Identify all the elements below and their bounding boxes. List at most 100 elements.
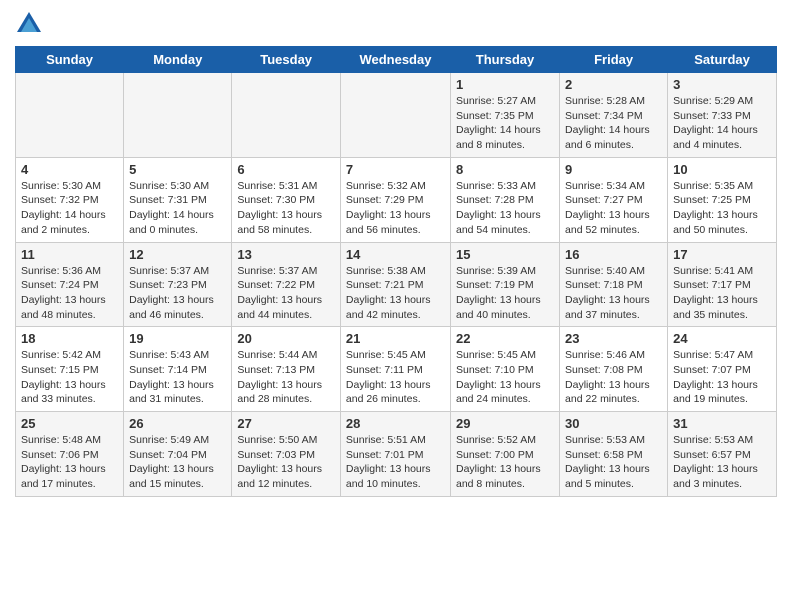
day-number: 19 <box>129 331 226 346</box>
day-number: 22 <box>456 331 554 346</box>
calendar-cell <box>340 73 450 158</box>
day-info: Sunrise: 5:39 AM Sunset: 7:19 PM Dayligh… <box>456 264 554 323</box>
day-number: 8 <box>456 162 554 177</box>
logo <box>15 10 47 38</box>
calendar-cell: 27 Sunrise: 5:50 AM Sunset: 7:03 PM Dayli… <box>232 412 341 497</box>
day-number: 15 <box>456 247 554 262</box>
calendar-cell <box>124 73 232 158</box>
day-info: Sunrise: 5:44 AM Sunset: 7:13 PM Dayligh… <box>237 348 335 407</box>
day-number: 6 <box>237 162 335 177</box>
weekday-header: Saturday <box>668 47 777 73</box>
day-number: 5 <box>129 162 226 177</box>
calendar-cell: 16 Sunrise: 5:40 AM Sunset: 7:18 PM Dayli… <box>560 242 668 327</box>
day-info: Sunrise: 5:53 AM Sunset: 6:58 PM Dayligh… <box>565 433 662 492</box>
day-info: Sunrise: 5:53 AM Sunset: 6:57 PM Dayligh… <box>673 433 771 492</box>
calendar-cell: 21 Sunrise: 5:45 AM Sunset: 7:11 PM Dayli… <box>340 327 450 412</box>
calendar-cell: 19 Sunrise: 5:43 AM Sunset: 7:14 PM Dayli… <box>124 327 232 412</box>
calendar-week: 4 Sunrise: 5:30 AM Sunset: 7:32 PM Daylig… <box>16 157 777 242</box>
day-info: Sunrise: 5:40 AM Sunset: 7:18 PM Dayligh… <box>565 264 662 323</box>
weekday-header: Thursday <box>451 47 560 73</box>
weekday-header: Sunday <box>16 47 124 73</box>
calendar-cell: 28Sunrise: 5:51 AM Sunset: 7:01 PM Dayli… <box>340 412 450 497</box>
calendar-cell: 23 Sunrise: 5:46 AM Sunset: 7:08 PM Dayli… <box>560 327 668 412</box>
day-info: Sunrise: 5:51 AM Sunset: 7:01 PM Dayligh… <box>346 433 445 492</box>
day-info: Sunrise: 5:46 AM Sunset: 7:08 PM Dayligh… <box>565 348 662 407</box>
day-number: 27 <box>237 416 335 431</box>
calendar-cell: 7 Sunrise: 5:32 AM Sunset: 7:29 PM Daylig… <box>340 157 450 242</box>
day-number: 25 <box>21 416 118 431</box>
day-number: 13 <box>237 247 335 262</box>
calendar-cell: 18Sunrise: 5:42 AM Sunset: 7:15 PM Dayli… <box>16 327 124 412</box>
day-info: Sunrise: 5:29 AM Sunset: 7:33 PM Dayligh… <box>673 94 771 153</box>
calendar-cell: 26Sunrise: 5:49 AM Sunset: 7:04 PM Dayli… <box>124 412 232 497</box>
day-info: Sunrise: 5:50 AM Sunset: 7:03 PM Dayligh… <box>237 433 335 492</box>
day-info: Sunrise: 5:37 AM Sunset: 7:23 PM Dayligh… <box>129 264 226 323</box>
day-info: Sunrise: 5:36 AM Sunset: 7:24 PM Dayligh… <box>21 264 118 323</box>
page: SundayMondayTuesdayWednesdayThursdayFrid… <box>0 0 792 507</box>
weekday-header: Monday <box>124 47 232 73</box>
day-info: Sunrise: 5:28 AM Sunset: 7:34 PM Dayligh… <box>565 94 662 153</box>
day-info: Sunrise: 5:27 AM Sunset: 7:35 PM Dayligh… <box>456 94 554 153</box>
logo-icon <box>15 10 43 38</box>
day-info: Sunrise: 5:33 AM Sunset: 7:28 PM Dayligh… <box>456 179 554 238</box>
day-info: Sunrise: 5:49 AM Sunset: 7:04 PM Dayligh… <box>129 433 226 492</box>
day-number: 18 <box>21 331 118 346</box>
day-number: 17 <box>673 247 771 262</box>
calendar-cell: 13 Sunrise: 5:37 AM Sunset: 7:22 PM Dayli… <box>232 242 341 327</box>
calendar-cell: 5 Sunrise: 5:30 AM Sunset: 7:31 PM Daylig… <box>124 157 232 242</box>
day-number: 14 <box>346 247 445 262</box>
calendar-cell: 14Sunrise: 5:38 AM Sunset: 7:21 PM Dayli… <box>340 242 450 327</box>
day-info: Sunrise: 5:37 AM Sunset: 7:22 PM Dayligh… <box>237 264 335 323</box>
day-info: Sunrise: 5:52 AM Sunset: 7:00 PM Dayligh… <box>456 433 554 492</box>
day-number: 7 <box>346 162 445 177</box>
day-number: 4 <box>21 162 118 177</box>
calendar-cell: 22Sunrise: 5:45 AM Sunset: 7:10 PM Dayli… <box>451 327 560 412</box>
day-info: Sunrise: 5:31 AM Sunset: 7:30 PM Dayligh… <box>237 179 335 238</box>
day-number: 1 <box>456 77 554 92</box>
day-info: Sunrise: 5:48 AM Sunset: 7:06 PM Dayligh… <box>21 433 118 492</box>
calendar-header: SundayMondayTuesdayWednesdayThursdayFrid… <box>16 47 777 73</box>
calendar-cell <box>232 73 341 158</box>
header <box>15 10 777 38</box>
calendar-cell: 24Sunrise: 5:47 AM Sunset: 7:07 PM Dayli… <box>668 327 777 412</box>
day-info: Sunrise: 5:35 AM Sunset: 7:25 PM Dayligh… <box>673 179 771 238</box>
calendar-cell: 4 Sunrise: 5:30 AM Sunset: 7:32 PM Daylig… <box>16 157 124 242</box>
day-info: Sunrise: 5:47 AM Sunset: 7:07 PM Dayligh… <box>673 348 771 407</box>
calendar-week: 1 Sunrise: 5:27 AM Sunset: 7:35 PM Daylig… <box>16 73 777 158</box>
day-number: 23 <box>565 331 662 346</box>
day-number: 16 <box>565 247 662 262</box>
day-info: Sunrise: 5:45 AM Sunset: 7:11 PM Dayligh… <box>346 348 445 407</box>
calendar-cell: 15 Sunrise: 5:39 AM Sunset: 7:19 PM Dayli… <box>451 242 560 327</box>
day-number: 29 <box>456 416 554 431</box>
day-number: 3 <box>673 77 771 92</box>
calendar-body: 1 Sunrise: 5:27 AM Sunset: 7:35 PM Daylig… <box>16 73 777 497</box>
calendar-cell: 8 Sunrise: 5:33 AM Sunset: 7:28 PM Daylig… <box>451 157 560 242</box>
calendar-cell: 17 Sunrise: 5:41 AM Sunset: 7:17 PM Dayli… <box>668 242 777 327</box>
weekday-header: Tuesday <box>232 47 341 73</box>
calendar-cell: 30 Sunrise: 5:53 AM Sunset: 6:58 PM Dayli… <box>560 412 668 497</box>
weekday-header: Wednesday <box>340 47 450 73</box>
calendar-cell: 9 Sunrise: 5:34 AM Sunset: 7:27 PM Daylig… <box>560 157 668 242</box>
calendar-cell: 12Sunrise: 5:37 AM Sunset: 7:23 PM Dayli… <box>124 242 232 327</box>
day-info: Sunrise: 5:41 AM Sunset: 7:17 PM Dayligh… <box>673 264 771 323</box>
day-info: Sunrise: 5:30 AM Sunset: 7:32 PM Dayligh… <box>21 179 118 238</box>
calendar-table: SundayMondayTuesdayWednesdayThursdayFrid… <box>15 46 777 497</box>
day-number: 30 <box>565 416 662 431</box>
calendar-week: 18Sunrise: 5:42 AM Sunset: 7:15 PM Dayli… <box>16 327 777 412</box>
day-number: 20 <box>237 331 335 346</box>
day-info: Sunrise: 5:32 AM Sunset: 7:29 PM Dayligh… <box>346 179 445 238</box>
weekday-header: Friday <box>560 47 668 73</box>
day-number: 10 <box>673 162 771 177</box>
day-info: Sunrise: 5:43 AM Sunset: 7:14 PM Dayligh… <box>129 348 226 407</box>
day-number: 31 <box>673 416 771 431</box>
day-info: Sunrise: 5:34 AM Sunset: 7:27 PM Dayligh… <box>565 179 662 238</box>
day-number: 11 <box>21 247 118 262</box>
calendar-cell: 6 Sunrise: 5:31 AM Sunset: 7:30 PM Daylig… <box>232 157 341 242</box>
calendar-week: 11 Sunrise: 5:36 AM Sunset: 7:24 PM Dayli… <box>16 242 777 327</box>
calendar-cell <box>16 73 124 158</box>
day-info: Sunrise: 5:30 AM Sunset: 7:31 PM Dayligh… <box>129 179 226 238</box>
day-number: 21 <box>346 331 445 346</box>
day-number: 9 <box>565 162 662 177</box>
calendar-cell: 1 Sunrise: 5:27 AM Sunset: 7:35 PM Daylig… <box>451 73 560 158</box>
calendar-cell: 10 Sunrise: 5:35 AM Sunset: 7:25 PM Dayli… <box>668 157 777 242</box>
